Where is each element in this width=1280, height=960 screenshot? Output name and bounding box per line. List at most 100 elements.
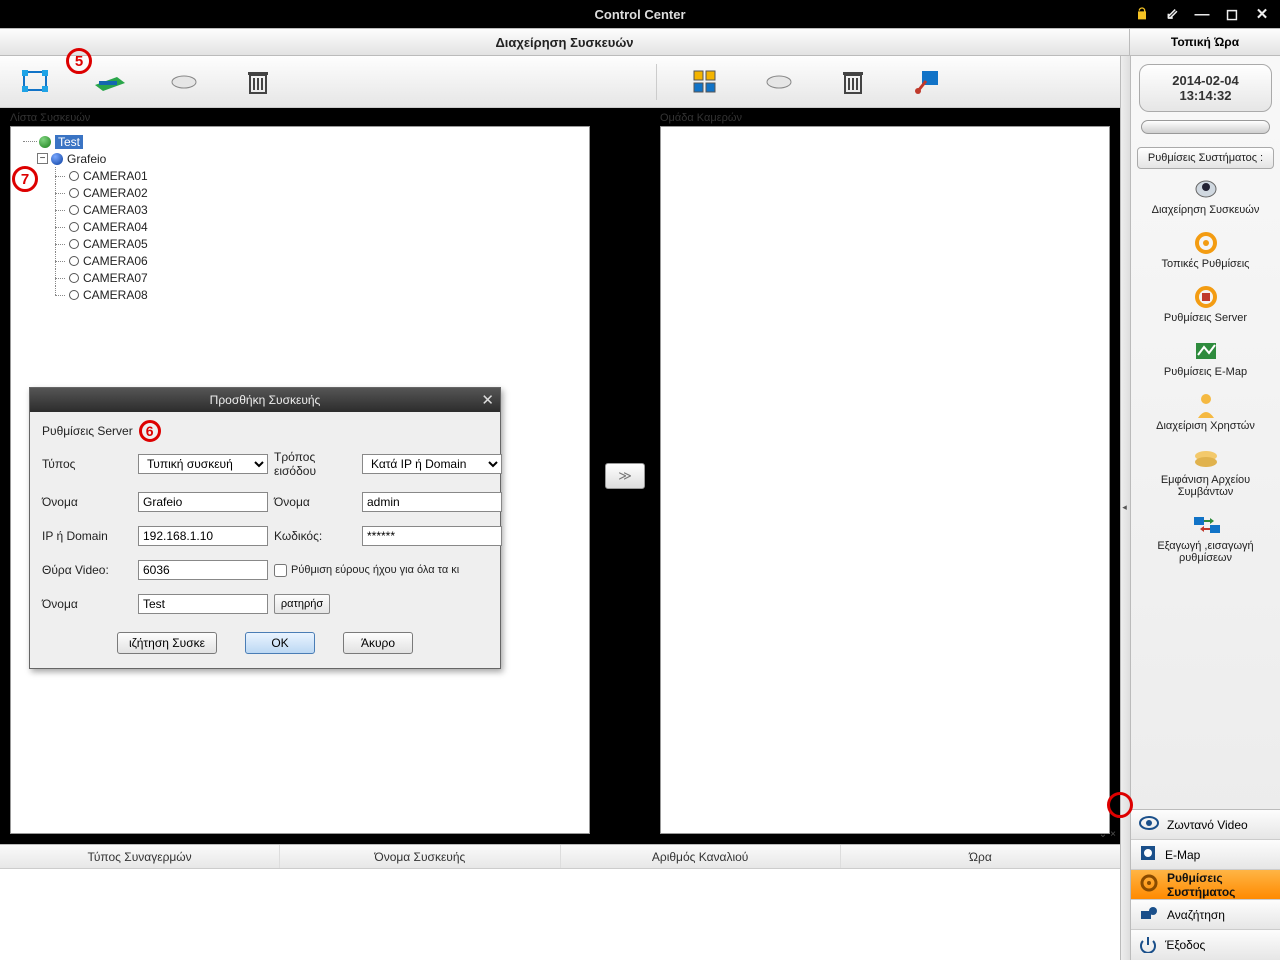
entry-select[interactable]: Κατά IP ή Domain: [362, 454, 502, 474]
username-input[interactable]: [362, 492, 502, 512]
tree-camera[interactable]: CAMERA07: [15, 269, 585, 286]
dvr-icon: [51, 153, 63, 165]
lock-icon[interactable]: [1132, 5, 1152, 23]
delete-device-button[interactable]: [240, 64, 276, 100]
tree-camera[interactable]: CAMERA04: [15, 218, 585, 235]
add-device-button[interactable]: [92, 64, 128, 100]
ip-input[interactable]: [138, 526, 268, 546]
audio-checkbox[interactable]: [274, 564, 287, 577]
area-browse-button[interactable]: ρατηρήσ: [274, 594, 330, 614]
label-user: Όνομα: [274, 495, 356, 509]
label-ip: IP ή Domain: [42, 529, 132, 543]
alarm-body: [0, 869, 1120, 960]
tree-root[interactable]: Test: [15, 133, 585, 150]
tree-dvr[interactable]: −Grafeio: [15, 150, 585, 167]
dialog-close-icon[interactable]: ✕: [481, 391, 494, 409]
nav-item[interactable]: Ρυθμίσεις Συστήματος: [1131, 870, 1280, 900]
dialog-section: Ρυθμίσεις Server: [42, 424, 133, 438]
sidebar-expander[interactable]: ◂: [1120, 56, 1130, 960]
nav-item-label: Έξοδος: [1165, 938, 1205, 952]
sidebar-item-label: Διαχείριση Χρηστών: [1133, 420, 1278, 432]
maximize-icon[interactable]: ◻: [1222, 5, 1242, 23]
pin-icon[interactable]: ⇙: [1162, 5, 1182, 23]
nav-item[interactable]: E-Map: [1131, 840, 1280, 870]
camera-icon: [69, 290, 79, 300]
area-input[interactable]: [138, 594, 268, 614]
password-input[interactable]: [362, 526, 502, 546]
delete-group-button[interactable]: [835, 64, 871, 100]
nav-item-icon: [1139, 816, 1159, 833]
nav-item[interactable]: Έξοδος: [1131, 930, 1280, 960]
cancel-button[interactable]: Άκυρο: [343, 632, 413, 654]
camera-group-list[interactable]: [660, 126, 1110, 834]
move-right-button[interactable]: ≫: [605, 463, 645, 489]
add-area-button[interactable]: [18, 64, 54, 100]
camera-group-title: Ομάδα Καμερών: [650, 108, 1120, 124]
device-name-input[interactable]: [138, 492, 268, 512]
nav-item[interactable]: Ζωντανό Video: [1131, 810, 1280, 840]
add-device-dialog: Προσθήκη Συσκευής✕ Ρυθμίσεις Server 6 Τύ…: [29, 387, 501, 669]
device-list[interactable]: Test −Grafeio CAMERA01CAMERA02CAMERA03CA…: [10, 126, 590, 834]
annotation-6: 6: [139, 420, 161, 442]
edit-group-button[interactable]: [761, 64, 797, 100]
alarm-collapse-icon[interactable]: ⌄: [1099, 829, 1107, 840]
ok-button[interactable]: OK: [245, 632, 315, 654]
sidebar-item-icon: [1192, 230, 1220, 256]
port-input[interactable]: [138, 560, 268, 580]
sidebar-item[interactable]: Τοπικές Ρυθμίσεις: [1131, 226, 1280, 280]
camera-icon: [69, 273, 79, 283]
label-area: Όνομα: [42, 597, 132, 611]
tree-camera[interactable]: CAMERA08: [15, 286, 585, 303]
sidebar-item-label: Εξαγωγή ,εισαγωγή ρυθμίσεων: [1133, 540, 1278, 564]
camera-icon: [69, 171, 79, 181]
sidebar-item[interactable]: Διαχείρηση Συσκευών: [1131, 172, 1280, 226]
tree-camera[interactable]: CAMERA05: [15, 235, 585, 252]
window-title: Control Center: [595, 7, 686, 22]
globe-icon: [39, 136, 51, 148]
tree-camera[interactable]: CAMERA01: [15, 167, 585, 184]
sidebar-item[interactable]: Ρυθμίσεις E-Map: [1131, 334, 1280, 388]
tree-camera[interactable]: CAMERA03: [15, 201, 585, 218]
dialog-title: Προσθήκη Συσκευής: [210, 393, 321, 407]
sidebar-item-icon: [1192, 512, 1220, 538]
alarm-col-time[interactable]: Ώρα: [841, 845, 1120, 868]
add-group-button[interactable]: [687, 64, 723, 100]
system-settings-header[interactable]: Ρυθμίσεις Συστήματος :: [1137, 147, 1274, 169]
label-entry: Τρόπος εισόδου: [274, 450, 356, 478]
sidebar-item[interactable]: Εμφάνιση Αρχείου Συμβάντων: [1131, 442, 1280, 508]
alarm-col-channel[interactable]: Αριθμός Καναλιού: [561, 845, 841, 868]
device-list-title: Λίστα Συσκευών: [0, 108, 600, 124]
sidebar-item-label: Τοπικές Ρυθμίσεις: [1133, 258, 1278, 270]
clock-title: Τοπική Ώρα: [1130, 29, 1280, 55]
nav-item-label: Ρυθμίσεις Συστήματος: [1167, 871, 1272, 899]
minimize-icon[interactable]: —: [1192, 5, 1212, 23]
page-title: Διαχείρηση Συσκευών: [0, 29, 1130, 55]
sidebar-item[interactable]: Εξαγωγή ,εισαγωγή ρυθμίσεων: [1131, 508, 1280, 574]
collapse-icon[interactable]: −: [37, 153, 48, 164]
nav-item-icon: [1139, 935, 1157, 956]
sidebar-item[interactable]: Ρυθμίσεις Server: [1131, 280, 1280, 334]
sidebar-item-icon: [1192, 284, 1220, 310]
alarm-col-device[interactable]: Όνομα Συσκευής: [280, 845, 560, 868]
clock: 2014-02-04 13:14:32: [1139, 64, 1272, 112]
nav-item-label: Αναζήτηση: [1167, 908, 1225, 922]
alarm-header: Τύπος Συναγερμών Όνομα Συσκευής Αριθμός …: [0, 845, 1120, 869]
sidebar-item-icon: [1192, 338, 1220, 364]
type-select[interactable]: Τυπική συσκευή: [138, 454, 268, 474]
edit-device-button[interactable]: [166, 64, 202, 100]
tree-camera[interactable]: CAMERA02: [15, 184, 585, 201]
alarm-close-icon[interactable]: ×: [1110, 829, 1116, 840]
nav-item-label: E-Map: [1165, 848, 1200, 862]
sidebar-item[interactable]: Διαχείριση Χρηστών: [1131, 388, 1280, 442]
sidebar-item-label: Ρυθμίσεις E-Map: [1133, 366, 1278, 378]
alarm-col-type[interactable]: Τύπος Συναγερμών: [0, 845, 280, 868]
sidebar-item-icon: [1192, 392, 1220, 418]
camera-icon: [69, 239, 79, 249]
group-settings-button[interactable]: [909, 64, 945, 100]
label-port: Θύρα Video:: [42, 563, 132, 577]
tree-camera[interactable]: CAMERA06: [15, 252, 585, 269]
close-icon[interactable]: ✕: [1252, 5, 1272, 23]
sidebar-item-label: Ρυθμίσεις Server: [1133, 312, 1278, 324]
search-device-button[interactable]: ιζήτηση Συσκε: [117, 632, 217, 654]
nav-item[interactable]: Αναζήτηση: [1131, 900, 1280, 930]
